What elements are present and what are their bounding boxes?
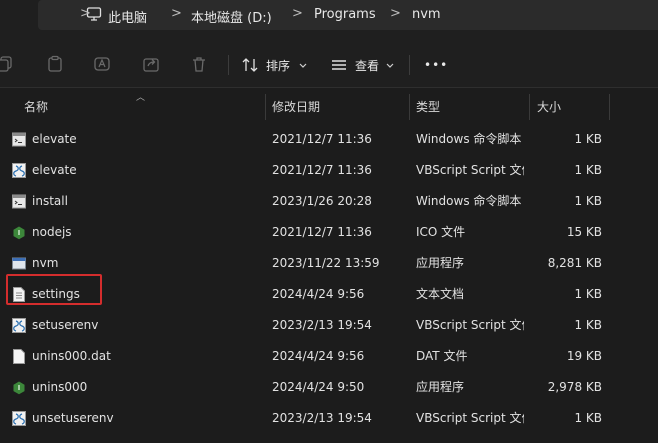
toolbar-divider: [228, 55, 229, 75]
file-size: 1 KB: [574, 194, 602, 208]
sort-arrows-icon: [242, 58, 258, 72]
breadcrumb-programs[interactable]: Programs: [314, 7, 376, 22]
paste-icon[interactable]: [46, 55, 64, 73]
file-type: ICO 文件: [416, 225, 466, 239]
file-name: unins000: [32, 380, 88, 394]
more-options-button[interactable]: •••: [424, 55, 448, 75]
highlight-box: [6, 274, 102, 305]
vbscript-icon: [12, 318, 26, 333]
application-icon: [12, 257, 26, 270]
file-date: 2023/2/13 19:54: [272, 318, 372, 332]
view-button[interactable]: 查看: [330, 55, 395, 75]
sort-label: 排序: [266, 58, 291, 73]
sort-ascending-icon: ︿: [136, 93, 146, 103]
breadcrumb[interactable]: > 此电脑 > 本地磁盘 (D:) > Programs > nvm: [38, 0, 658, 30]
file-date: 2024/4/24 9:50: [272, 380, 365, 394]
cmd-script-icon: [12, 132, 26, 147]
address-bar: > 此电脑 > 本地磁盘 (D:) > Programs > nvm: [0, 0, 658, 31]
vbscript-icon: [12, 163, 26, 178]
file-name: install: [32, 194, 68, 208]
chevron-right-icon[interactable]: >: [292, 6, 303, 21]
delete-icon[interactable]: [190, 55, 208, 73]
column-header-row: ︿ 名称 修改日期 类型 大小: [0, 92, 658, 120]
file-date: 2023/1/26 20:28: [272, 194, 372, 208]
file-date: 2021/12/7 11:36: [272, 225, 372, 239]
nodejs-icon: [13, 226, 25, 240]
file-date: 2021/12/7 11:36: [272, 132, 372, 146]
blank-file-icon: [13, 349, 25, 364]
file-type: 应用程序: [416, 256, 465, 270]
file-row[interactable]: unins000 2024/4/24 9:50 应用程序 2,978 KB: [0, 372, 658, 403]
file-name: unsetuserenv: [32, 411, 114, 425]
column-resize-handle[interactable]: [265, 94, 266, 120]
nodejs-icon: [13, 381, 25, 395]
file-date: 2023/11/22 13:59: [272, 256, 380, 270]
file-size: 15 KB: [566, 225, 602, 239]
file-size: 8,281 KB: [547, 256, 602, 270]
file-date: 2024/4/24 9:56: [272, 349, 365, 363]
share-icon[interactable]: [142, 55, 160, 73]
file-row[interactable]: setuserenv 2023/2/13 19:54 VBScript Scri…: [0, 310, 658, 341]
column-resize-handle[interactable]: [409, 94, 410, 120]
chevron-right-icon[interactable]: >: [171, 6, 182, 21]
column-header-type[interactable]: 类型: [416, 92, 440, 120]
file-type: VBScript Script 文件: [416, 411, 524, 425]
file-size: 2,978 KB: [547, 380, 602, 394]
file-row[interactable]: unsetuserenv 2023/2/13 19:54 VBScript Sc…: [0, 403, 658, 434]
column-header-date[interactable]: 修改日期: [272, 92, 320, 120]
chevron-right-icon[interactable]: >: [390, 6, 401, 21]
column-resize-handle[interactable]: [529, 94, 530, 120]
command-toolbar: 排序 查看 •••: [0, 31, 658, 88]
column-header-size[interactable]: 大小: [537, 92, 561, 120]
view-list-icon: [332, 60, 346, 70]
file-row[interactable]: install 2023/1/26 20:28 Windows 命令脚本 1 K…: [0, 186, 658, 217]
file-name: setuserenv: [32, 318, 99, 332]
file-type: 文本文档: [416, 287, 465, 301]
file-size: 1 KB: [574, 132, 602, 146]
file-type: Windows 命令脚本: [416, 194, 522, 208]
file-type: Windows 命令脚本: [416, 132, 522, 146]
toolbar-divider: [409, 55, 410, 75]
file-type: VBScript Script 文件: [416, 163, 524, 177]
file-size: 1 KB: [574, 411, 602, 425]
sort-button[interactable]: 排序: [241, 55, 308, 75]
file-name: elevate: [32, 163, 77, 177]
file-type: 应用程序: [416, 380, 465, 394]
file-name: nodejs: [32, 225, 72, 239]
file-row[interactable]: elevate 2021/12/7 11:36 VBScript Script …: [0, 155, 658, 186]
column-resize-handle[interactable]: [609, 94, 610, 120]
copy-icon[interactable]: [0, 55, 14, 73]
file-size: 1 KB: [574, 318, 602, 332]
cmd-script-icon: [12, 194, 26, 209]
file-date: 2021/12/7 11:36: [272, 163, 372, 177]
column-header-name[interactable]: 名称: [24, 92, 48, 120]
file-size: 19 KB: [566, 349, 602, 363]
file-row[interactable]: elevate 2021/12/7 11:36 Windows 命令脚本 1 K…: [0, 124, 658, 155]
breadcrumb-nvm[interactable]: nvm: [412, 7, 441, 22]
rename-icon[interactable]: [93, 55, 111, 73]
chevron-down-icon: [299, 63, 307, 68]
breadcrumb-this-pc[interactable]: 此电脑: [108, 7, 147, 26]
file-size: 1 KB: [574, 287, 602, 301]
vbscript-icon: [12, 411, 26, 426]
file-type: VBScript Script 文件: [416, 318, 524, 332]
file-date: 2024/4/24 9:56: [272, 287, 365, 301]
chevron-down-icon: [386, 63, 394, 68]
view-label: 查看: [355, 58, 380, 73]
file-row[interactable]: unins000.dat 2024/4/24 9:56 DAT 文件 19 KB: [0, 341, 658, 372]
chevron-right-icon[interactable]: >: [80, 6, 91, 21]
breadcrumb-drive-d[interactable]: 本地磁盘 (D:): [191, 7, 272, 26]
file-date: 2023/2/13 19:54: [272, 411, 372, 425]
file-row[interactable]: nodejs 2021/12/7 11:36 ICO 文件 15 KB: [0, 217, 658, 248]
file-type: DAT 文件: [416, 349, 468, 363]
file-name: elevate: [32, 132, 77, 146]
file-name: unins000.dat: [32, 349, 111, 363]
file-size: 1 KB: [574, 163, 602, 177]
